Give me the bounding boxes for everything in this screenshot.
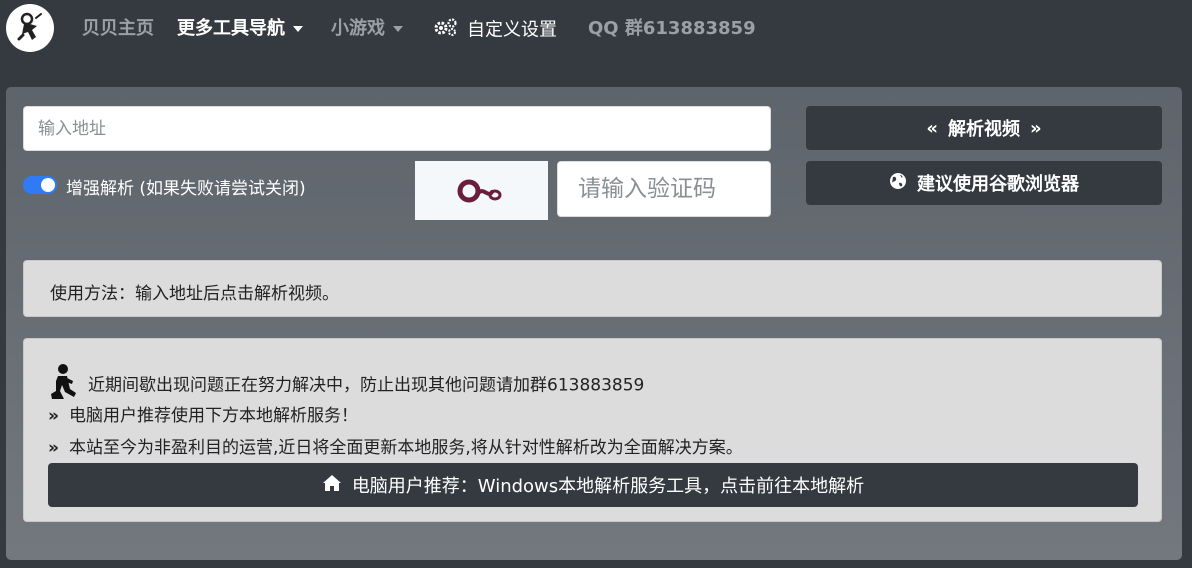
chevron-down-icon — [293, 26, 303, 32]
captcha-image[interactable] — [415, 161, 548, 220]
angle-double-right-icon: » — [48, 406, 59, 426]
nav-home-link[interactable]: 贝贝主页 — [82, 17, 154, 41]
nav-qq-group[interactable]: QQ 群613883859 — [588, 17, 756, 41]
notice-line-3-text: 本站至今为非盈利目的运营,近日将全面更新本地服务,将从针对性解析改为全面解决方案… — [68, 438, 743, 458]
navbar: 贝贝主页 更多工具导航 小游戏 自定义设置 QQ 群613883859 — [0, 0, 1192, 58]
home-icon — [322, 474, 342, 497]
nav-games-dropdown[interactable]: 小游戏 — [331, 17, 403, 41]
angle-double-right-icon: » — [48, 438, 59, 458]
nav-tools-label: 更多工具导航 — [177, 18, 285, 39]
gears-icon — [433, 17, 459, 44]
enhanced-parse-label: 增强解析 (如果失败请尝试关闭) — [66, 179, 306, 199]
nav-tools-dropdown[interactable]: 更多工具导航 — [177, 17, 303, 41]
enhanced-parse-toggle[interactable] — [23, 176, 57, 194]
nav-settings-label: 自定义设置 — [467, 19, 557, 41]
notice-line-2-text: 电脑用户推荐使用下方本地解析服务！ — [68, 406, 358, 426]
browser-recommend-button[interactable]: 建议使用谷歌浏览器 — [806, 161, 1162, 205]
angle-double-right-icon: » — [1030, 117, 1042, 139]
angle-double-left-icon: « — [926, 117, 938, 139]
notice-line-2: » 电脑用户推荐使用下方本地解析服务！ — [48, 401, 358, 426]
nav-games-label: 小游戏 — [331, 18, 385, 39]
parse-video-label: 解析视频 — [948, 119, 1020, 140]
nav-settings-link[interactable]: 自定义设置 — [433, 17, 557, 41]
parse-video-button[interactable]: « 解析视频 » — [806, 106, 1162, 150]
notice-line-3: » 本站至今为非盈利目的运营,近日将全面更新本地服务,将从针对性解析改为全面解决方… — [48, 433, 743, 458]
globe-icon — [889, 172, 907, 195]
url-input[interactable] — [23, 106, 771, 151]
notice-panel: 近期间歇出现问题正在努力解决中，防止出现其他问题请加群613883859 » 电脑… — [23, 338, 1162, 522]
toggle-knob — [41, 178, 55, 192]
site-logo-icon[interactable] — [6, 4, 54, 52]
usage-instructions: 使用方法：输入地址后点击解析视频。 — [23, 260, 1162, 317]
usage-text: 使用方法：输入地址后点击解析视频。 — [50, 284, 339, 304]
captcha-input[interactable] — [557, 161, 771, 217]
local-parse-label: 电脑用户推荐：Windows本地解析服务工具，点击前往本地解析 — [351, 476, 865, 497]
notice-line-1-text: 近期间歇出现问题正在努力解决中，防止出现其他问题请加群613883859 — [88, 375, 645, 396]
local-parse-button[interactable]: 电脑用户推荐：Windows本地解析服务工具，点击前往本地解析 — [48, 463, 1138, 507]
browser-recommend-label: 建议使用谷歌浏览器 — [917, 174, 1079, 195]
chevron-down-icon — [393, 26, 403, 32]
